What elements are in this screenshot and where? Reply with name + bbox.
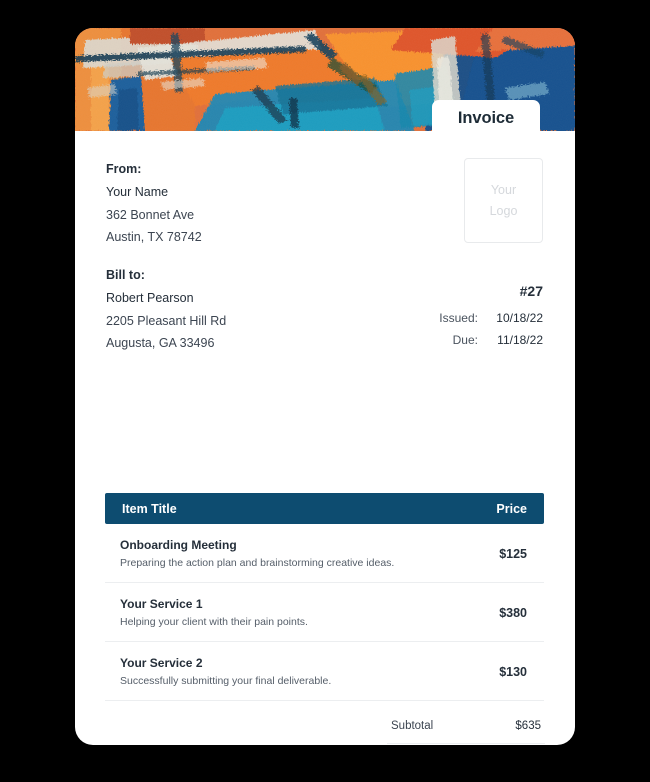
items-table-header: Item Title Price bbox=[105, 493, 544, 524]
item-price: $125 bbox=[499, 546, 527, 561]
column-header-item-title: Item Title bbox=[122, 501, 177, 516]
tax-row: Tax $43 bbox=[387, 744, 545, 745]
item-description: Successfully submitting your final deliv… bbox=[120, 675, 332, 687]
item-title: Your Service 1 bbox=[120, 597, 203, 611]
item-description: Preparing the action plan and brainstorm… bbox=[120, 557, 395, 569]
issued-value: 10/18/22 bbox=[496, 311, 543, 325]
from-heading: From: bbox=[106, 162, 142, 176]
bill-to-city-state-zip: Augusta, GA 33496 bbox=[106, 336, 215, 350]
bill-to-street: 2205 Pleasant Hill Rd bbox=[106, 314, 227, 328]
invoice-badge-label: Invoice bbox=[457, 108, 515, 127]
column-header-price: Price bbox=[496, 501, 527, 516]
logo-placeholder-line1: Your bbox=[490, 182, 517, 197]
item-title: Onboarding Meeting bbox=[120, 538, 237, 552]
table-row: Your Service 1 Helping your client with … bbox=[105, 583, 544, 642]
logo-placeholder[interactable]: Your Logo bbox=[464, 158, 543, 243]
from-street: 362 Bonnet Ave bbox=[106, 208, 195, 222]
invoice-number: #27 bbox=[519, 283, 543, 299]
bill-to-block: Bill to: Robert Pearson 2205 Pleasant Hi… bbox=[106, 268, 226, 358]
item-text-group: Onboarding Meeting Preparing the action … bbox=[120, 538, 394, 569]
table-row: Your Service 2 Successfully submitting y… bbox=[105, 642, 544, 701]
item-description: Helping your client with their pain poin… bbox=[120, 616, 308, 628]
item-text-group: Your Service 2 Successfully submitting y… bbox=[120, 656, 331, 687]
from-block: From: Your Name 362 Bonnet Ave Austin, T… bbox=[106, 162, 202, 252]
invoice-badge: Invoice bbox=[432, 100, 540, 131]
due-label: Due: bbox=[452, 333, 478, 347]
items-table: Item Title Price Onboarding Meeting Prep… bbox=[105, 493, 544, 701]
item-title: Your Service 2 bbox=[120, 656, 203, 670]
item-price: $130 bbox=[499, 664, 527, 679]
issued-label: Issued: bbox=[439, 311, 478, 325]
from-city-state-zip: Austin, TX 78742 bbox=[106, 230, 202, 244]
bill-to-heading: Bill to: bbox=[106, 268, 145, 282]
issued-date-row: Issued: 10/18/22 bbox=[439, 311, 543, 325]
bill-to-name: Robert Pearson bbox=[106, 291, 194, 305]
screenshot-root: Invoice From: Your Name 362 Bonnet Ave A… bbox=[0, 0, 650, 782]
logo-placeholder-line2: Logo bbox=[489, 203, 518, 218]
item-text-group: Your Service 1 Helping your client with … bbox=[120, 597, 308, 628]
invoice-card: Invoice From: Your Name 362 Bonnet Ave A… bbox=[75, 28, 575, 745]
subtotal-row: Subtotal $635 bbox=[387, 709, 545, 744]
subtotal-value: $635 bbox=[515, 720, 541, 732]
due-value: 11/18/22 bbox=[497, 333, 543, 347]
item-price: $380 bbox=[499, 605, 527, 620]
due-date-row: Due: 11/18/22 bbox=[439, 333, 543, 347]
subtotal-label: Subtotal bbox=[391, 720, 434, 732]
hero-banner: Invoice bbox=[75, 28, 575, 131]
invoice-meta: #27 Issued: 10/18/22 Due: 11/18/22 bbox=[439, 283, 543, 355]
totals-section: Subtotal $635 Tax $43 Total $678 bbox=[387, 709, 545, 745]
table-row: Onboarding Meeting Preparing the action … bbox=[105, 524, 544, 583]
from-name: Your Name bbox=[106, 185, 169, 199]
